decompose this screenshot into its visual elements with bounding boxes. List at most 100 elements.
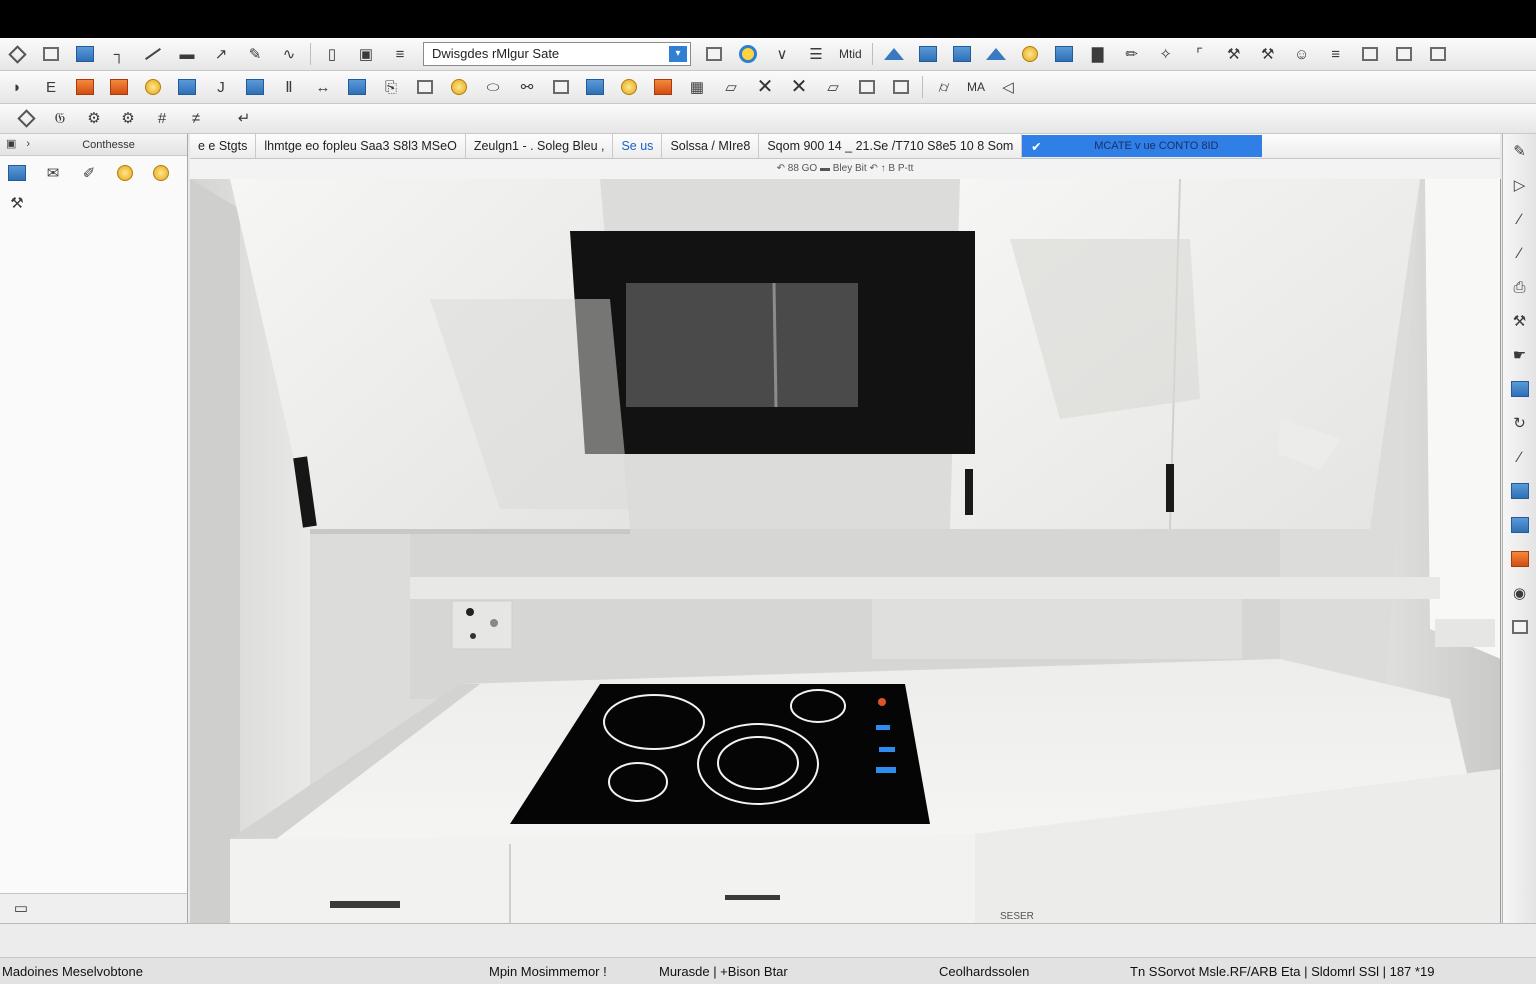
cabinet-icon[interactable] — [948, 42, 976, 66]
info-cell-2[interactable]: lhmtge eo fopleu Saa3 S8l3 MSeO — [256, 134, 466, 158]
restore-icon[interactable] — [1424, 42, 1452, 66]
terrain-icon[interactable] — [982, 42, 1010, 66]
3d-viewport[interactable]: SESER — [190, 179, 1501, 923]
page-icon[interactable] — [411, 75, 439, 99]
gear2-icon[interactable]: ⚙ — [114, 107, 142, 131]
light-icon[interactable] — [139, 75, 167, 99]
wall-icon[interactable]: ▣ — [352, 42, 380, 66]
info-cell-4[interactable]: Se us — [613, 134, 663, 158]
maximize-icon[interactable] — [1390, 42, 1418, 66]
measure-icon[interactable]: ↔ — [309, 75, 337, 99]
text-e-icon[interactable]: E — [37, 75, 65, 99]
panel-menu-icon[interactable]: ▣ — [6, 139, 16, 150]
slant-box-icon[interactable]: ▱ — [717, 75, 745, 99]
wand-icon[interactable]: ✧ — [1152, 42, 1180, 66]
info-check-button[interactable]: ✔ — [1022, 135, 1051, 157]
tools-icon[interactable]: ⚒ — [4, 192, 30, 214]
copy-icon[interactable]: ⎘ — [377, 75, 405, 99]
hatch-icon[interactable]: ▦ — [683, 75, 711, 99]
stack-icon[interactable] — [71, 75, 99, 99]
gift-icon[interactable] — [1507, 546, 1533, 572]
hook-icon[interactable]: J — [207, 75, 235, 99]
hand-icon[interactable]: ☛ — [1507, 342, 1533, 368]
paint-icon[interactable]: ✎ — [241, 42, 269, 66]
corner-icon[interactable]: ┐ — [105, 42, 133, 66]
pencil-right-icon[interactable]: ✎ — [1507, 138, 1533, 164]
orange-pen-icon[interactable] — [649, 75, 677, 99]
door-icon[interactable]: ▯ — [318, 42, 346, 66]
cross-icon[interactable]: ✕ — [751, 75, 779, 99]
frame-icon[interactable] — [700, 42, 728, 66]
tile-icon[interactable]: ≠ — [182, 107, 210, 131]
camera-icon[interactable]: ◉ — [1507, 580, 1533, 606]
cube-icon[interactable] — [547, 75, 575, 99]
printer-icon[interactable]: ⎙ — [1507, 274, 1533, 300]
ruler-right-icon[interactable]: ∕ — [1507, 444, 1533, 470]
delete-icon[interactable]: ✕ — [785, 75, 813, 99]
info-cell-5[interactable]: Solssa / MIre8 — [662, 134, 760, 158]
diamond-icon[interactable] — [12, 107, 40, 131]
columns-icon[interactable]: Ⅱ — [275, 75, 303, 99]
rectangle-icon[interactable] — [37, 42, 65, 66]
ruler-icon[interactable]: ≡ — [386, 42, 414, 66]
search-input[interactable]: Dwisgdes rMlgur Sate ▾ — [423, 42, 691, 66]
shape-icon[interactable] — [615, 75, 643, 99]
hammer-right-icon[interactable]: ⚒ — [1507, 308, 1533, 334]
layers-icon[interactable]: ≡ — [1322, 42, 1350, 66]
arrow-icon[interactable]: ↗ — [207, 42, 235, 66]
globe-icon[interactable] — [1016, 42, 1044, 66]
plan-icon[interactable] — [241, 75, 269, 99]
room-icon[interactable] — [1050, 42, 1078, 66]
bevel-icon[interactable]: ∕ — [1507, 206, 1533, 232]
angle-icon[interactable]: ∨ — [768, 42, 796, 66]
search-go-button[interactable]: ▾ — [669, 46, 687, 62]
database-icon[interactable] — [173, 75, 201, 99]
monitor-icon[interactable] — [4, 162, 30, 184]
info-cell-1[interactable]: e e Stgts — [190, 134, 257, 158]
blue-tile-icon[interactable] — [1507, 376, 1533, 402]
cylinder-icon[interactable]: ⌭ — [930, 75, 958, 99]
chevron-right-tool-icon[interactable]: ▷ — [1507, 172, 1533, 198]
pencil-icon[interactable] — [139, 42, 167, 66]
orbit-icon[interactable]: ↻ — [1507, 410, 1533, 436]
blue-box-icon[interactable] — [581, 75, 609, 99]
curve-icon[interactable]: ∿ — [275, 42, 303, 66]
stripe-icon[interactable]: ∕ — [1507, 240, 1533, 266]
tool-icon[interactable]: ⚒ — [1220, 42, 1248, 66]
save-icon[interactable] — [1507, 478, 1533, 504]
panel-toggle-icon[interactable]: ▭ — [7, 897, 35, 921]
link-frame-icon[interactable]: ↵ — [216, 107, 272, 131]
floor-icon[interactable] — [914, 42, 942, 66]
picture-icon[interactable] — [105, 75, 133, 99]
back-arrow-icon[interactable]: ◁ — [994, 75, 1022, 99]
stair-icon[interactable]: ▇ — [1084, 42, 1112, 66]
book-icon[interactable]: ✉ — [40, 162, 66, 184]
panel-icon[interactable] — [1356, 42, 1384, 66]
palette-icon[interactable] — [445, 75, 473, 99]
hammer-icon[interactable]: ⚒ — [1254, 42, 1282, 66]
gear-icon[interactable]: ⚙ — [80, 107, 108, 131]
eraser-icon[interactable]: ▬ — [173, 42, 201, 66]
tag-icon[interactable]: ⬭ — [479, 75, 507, 99]
parallelogram-icon[interactable]: ▱ — [819, 75, 847, 99]
hash-icon[interactable]: # — [148, 107, 176, 131]
link-icon[interactable]: ⚯ — [513, 75, 541, 99]
select-tool-icon[interactable] — [3, 42, 31, 66]
folder-icon[interactable] — [112, 162, 138, 184]
box2-icon[interactable] — [887, 75, 915, 99]
person-icon[interactable]: ☺ — [1288, 42, 1316, 66]
frame-corner-icon[interactable]: ⌜ — [1186, 42, 1214, 66]
info-banner[interactable]: MCATE v ue CONTO 8ID — [1050, 135, 1263, 157]
coin-icon[interactable] — [148, 162, 174, 184]
spiral-icon[interactable]: 𝔊 — [46, 107, 74, 131]
grid-icon[interactable] — [343, 75, 371, 99]
window-icon[interactable] — [71, 42, 99, 66]
pin-icon[interactable]: ✐ — [76, 162, 102, 184]
info-cell-6[interactable]: Sqom 900 14 _ 21.Se /T710 S8e5 10 8 Som — [759, 134, 1023, 158]
roof-icon[interactable] — [880, 42, 908, 66]
layers-right-icon[interactable] — [1507, 512, 1533, 538]
half-circle-icon[interactable]: ◗ — [3, 75, 31, 99]
list-icon[interactable]: ☰ — [802, 42, 830, 66]
box-icon[interactable] — [853, 75, 881, 99]
target-icon[interactable] — [734, 42, 762, 66]
